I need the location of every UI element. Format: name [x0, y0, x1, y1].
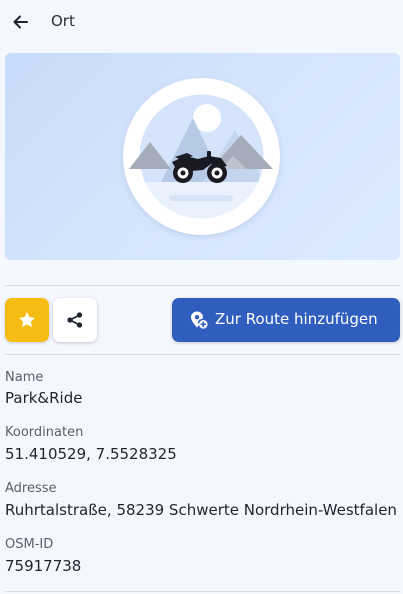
- hero-circle: [123, 78, 280, 235]
- star-icon: [19, 312, 35, 328]
- divider-bottom: [5, 591, 400, 592]
- divider-middle: [5, 354, 400, 355]
- coordinates-value: 51.410529, 7.5528325: [5, 445, 177, 463]
- share-icon: [67, 312, 83, 328]
- add-to-route-label: Zur Route hinzufügen: [215, 310, 378, 328]
- address-label: Adresse: [5, 481, 57, 496]
- add-to-route-button[interactable]: Zur Route hinzufügen: [172, 298, 400, 342]
- motorcycle-placeholder-icon: [129, 94, 273, 219]
- address-value: Ruhrtalstraße, 58239 Schwerte Nordrhein-…: [5, 501, 397, 519]
- share-button[interactable]: [53, 298, 97, 342]
- name-label: Name: [5, 370, 44, 385]
- location-add-icon: [191, 311, 208, 329]
- osm-id-label: OSM-ID: [5, 537, 54, 552]
- osm-id-value: 75917738: [5, 557, 82, 575]
- page-title: Ort: [51, 12, 75, 30]
- top-app-bar: Ort: [0, 0, 403, 44]
- divider-top: [5, 285, 400, 286]
- arrow-left-icon: [13, 15, 28, 29]
- favorite-button[interactable]: [5, 298, 49, 342]
- name-value: Park&Ride: [5, 389, 83, 407]
- coordinates-label: Koordinaten: [5, 425, 84, 440]
- place-image-placeholder: [5, 53, 400, 260]
- back-button[interactable]: [10, 11, 32, 33]
